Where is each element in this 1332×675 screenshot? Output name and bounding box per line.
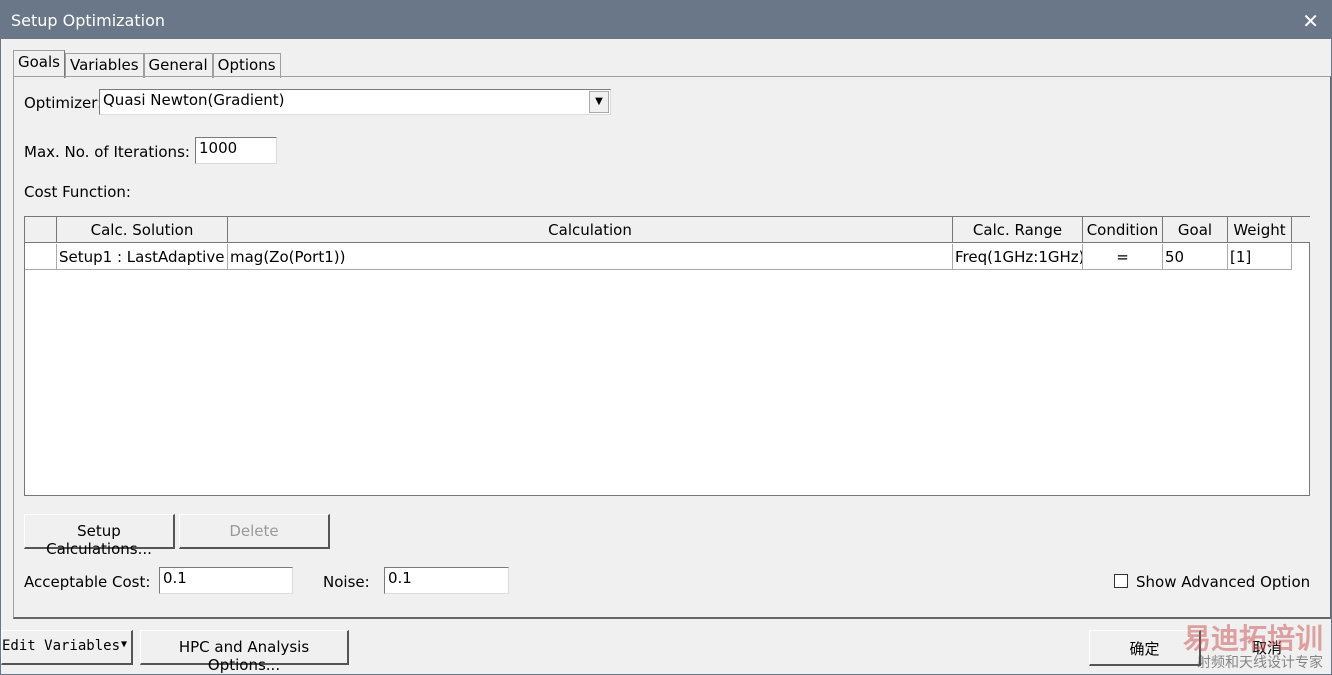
setup-calculations-button[interactable]: Setup Calculations...	[24, 514, 175, 558]
advanced-options-checkbox[interactable]	[1114, 574, 1128, 588]
title-bar: Setup Optimization ✕	[1, 1, 1332, 39]
noise-input[interactable]: 0.1	[384, 567, 509, 594]
cell-calc-solution[interactable]: Setup1 : LastAdaptive	[57, 244, 228, 270]
advanced-options-label[interactable]: Show Advanced Options	[1136, 573, 1311, 591]
tab-general[interactable]: General	[143, 53, 213, 78]
acceptable-cost-input[interactable]: 0.1	[159, 567, 293, 594]
window-title: Setup Optimization	[11, 11, 166, 30]
header-row-selector	[25, 217, 57, 243]
watermark-logo: 易迪拓培训	[1182, 622, 1323, 655]
cell-condition[interactable]: =	[1083, 244, 1163, 270]
close-icon[interactable]: ✕	[1302, 9, 1319, 33]
noise-label: Noise:	[323, 573, 370, 591]
cost-function-table: Calc. Solution Calculation Calc. Range C…	[24, 216, 1310, 496]
cell-goal[interactable]: 50	[1163, 244, 1228, 270]
watermark-slogan: 射频和天线设计专家	[1197, 655, 1323, 671]
edit-variables-label: Edit Variables	[2, 638, 121, 654]
cell-calculation[interactable]: mag(Zo(Port1))	[228, 244, 953, 270]
row-selector[interactable]	[25, 244, 57, 270]
header-weight[interactable]: Weight	[1228, 217, 1292, 243]
cost-function-label: Cost Function:	[24, 183, 131, 201]
optimizer-value: Quasi Newton(Gradient)	[103, 91, 285, 109]
tab-bar: Goals Variables General Options	[13, 50, 281, 78]
tab-variables[interactable]: Variables	[64, 53, 144, 78]
delete-button[interactable]: Delete	[179, 514, 330, 549]
optimizer-label: Optimizer:	[24, 94, 103, 112]
tab-goals[interactable]: Goals	[13, 50, 65, 78]
edit-variables-button[interactable]: Edit Variables ▼	[1, 630, 133, 665]
acceptable-cost-label: Acceptable Cost:	[24, 573, 151, 591]
header-filler	[1292, 217, 1310, 243]
dropdown-arrow-icon: ▼	[120, 639, 127, 650]
tab-options[interactable]: Options	[212, 53, 281, 78]
hpc-options-button[interactable]: HPC and Analysis Options...	[140, 630, 349, 674]
cell-weight[interactable]: [1]	[1228, 244, 1292, 270]
header-calc-solution[interactable]: Calc. Solution	[57, 217, 228, 243]
optimizer-select[interactable]: Quasi Newton(Gradient) ▼	[99, 89, 611, 115]
iterations-label: Max. No. of Iterations:	[24, 143, 190, 161]
header-condition[interactable]: Condition	[1083, 217, 1163, 243]
chevron-down-icon[interactable]: ▼	[589, 91, 609, 113]
iterations-input[interactable]: 1000	[195, 137, 277, 164]
header-goal[interactable]: Goal	[1163, 217, 1228, 243]
cell-calc-range[interactable]: Freq(1GHz:1GHz)	[953, 244, 1083, 270]
header-calc-range[interactable]: Calc. Range	[953, 217, 1083, 243]
header-calculation[interactable]: Calculation	[228, 217, 953, 243]
